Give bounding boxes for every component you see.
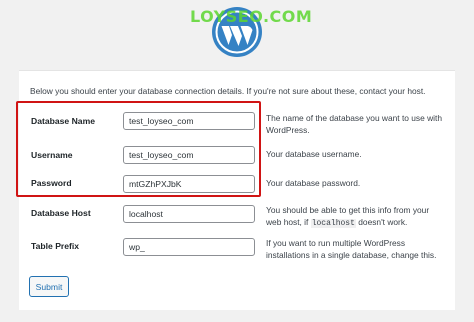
table-prefix-label: Table Prefix (31, 241, 80, 251)
database-host-description: You should be able to get this info from… (266, 205, 446, 229)
password-label: Password (31, 178, 72, 188)
intro-text: Below you should enter your database con… (30, 86, 426, 96)
username-description: Your database username. (266, 149, 362, 159)
setup-form-card: Below you should enter your database con… (19, 70, 455, 310)
table-prefix-input[interactable] (123, 238, 255, 256)
database-host-label: Database Host (31, 208, 91, 218)
header: LOYSEO.COM (0, 0, 474, 62)
password-input[interactable] (123, 175, 255, 193)
username-input[interactable] (123, 146, 255, 164)
database-name-input[interactable] (123, 112, 255, 130)
database-host-description-end: doesn't work. (358, 216, 408, 227)
watermark-text: LOYSEO.COM (190, 7, 313, 26)
localhost-code: localhost (310, 218, 356, 228)
database-host-input[interactable] (123, 205, 255, 223)
submit-button[interactable]: Submit (29, 276, 69, 297)
username-label: Username (31, 150, 73, 160)
database-name-description: The name of the database you want to use… (266, 113, 442, 135)
table-prefix-description: If you want to run multiple WordPress in… (266, 238, 437, 260)
password-description: Your database password. (266, 178, 361, 188)
database-name-label: Database Name (31, 116, 96, 126)
